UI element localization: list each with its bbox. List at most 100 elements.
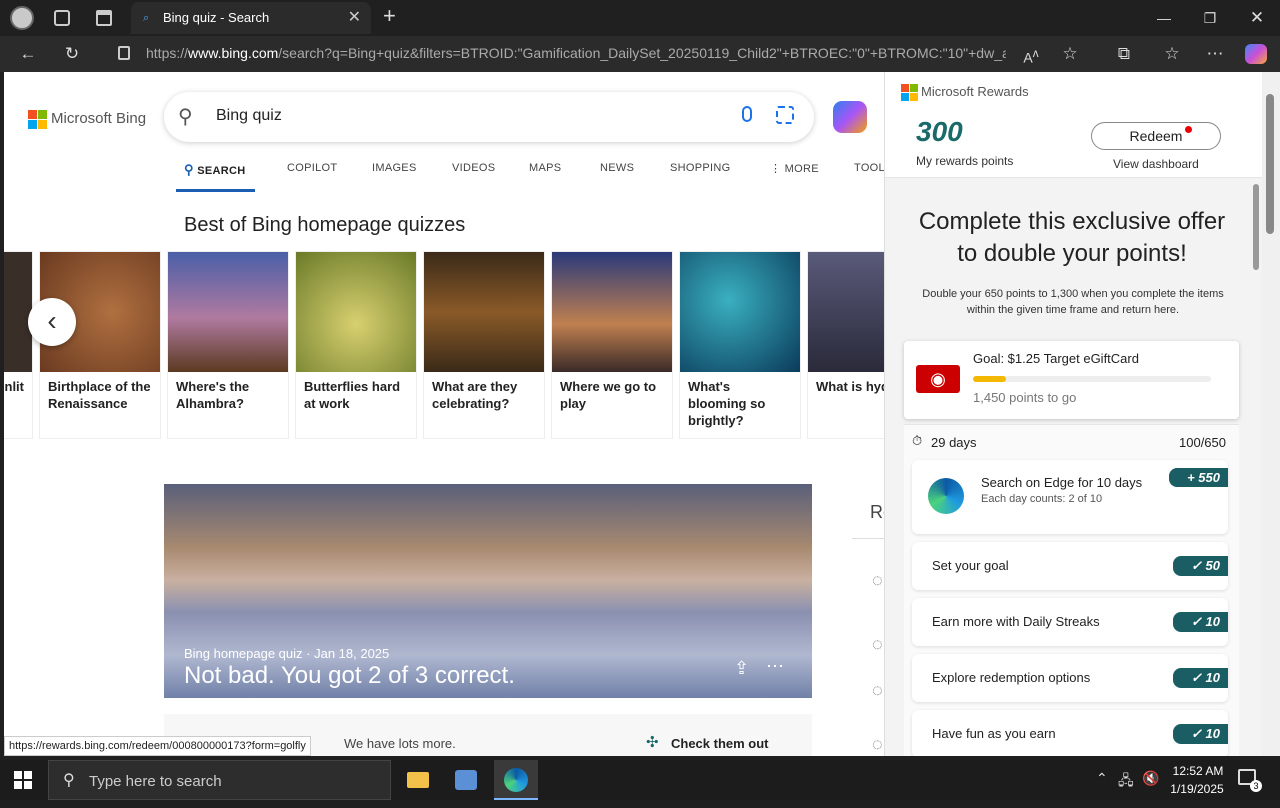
url-prefix: https:// — [146, 45, 189, 61]
read-aloud-icon[interactable]: Aʌ — [1014, 36, 1048, 72]
visual-search-icon[interactable] — [776, 106, 794, 124]
quiz-card-3[interactable]: Butterflies hard at work — [296, 252, 416, 438]
quiz-card-1-caption: Birthplace of the Renaissance — [48, 379, 151, 411]
goal-remaining: 1,450 points to go — [973, 390, 1077, 405]
edge-logo-icon — [928, 478, 964, 514]
win-pane-3 — [14, 781, 22, 789]
page-scrollbar-thumb[interactable] — [1266, 94, 1274, 234]
lock-icon[interactable] — [118, 46, 130, 60]
vertical-tabs-icon[interactable] — [96, 10, 112, 26]
taskbar-search[interactable]: ⚲ Type here to search — [48, 760, 391, 800]
quiz-card-4[interactable]: What are they celebrating? — [424, 252, 544, 438]
checkmark-icon: ✓ — [1191, 670, 1206, 685]
search-input[interactable]: Bing quiz — [216, 107, 282, 125]
task-3-points: 10 — [1205, 670, 1220, 685]
microphone-icon[interactable] — [742, 106, 752, 122]
back-icon[interactable]: ← — [11, 36, 45, 72]
goal-progress-fill — [973, 376, 1007, 382]
quiz-card-0[interactable]: nlit — [4, 252, 32, 438]
search-box[interactable]: ⚲ Bing quiz — [164, 92, 814, 142]
volume-muted-icon[interactable]: 🔇 — [1142, 770, 1159, 787]
task-have-fun[interactable]: Have fun as you earn ✓ 10 — [912, 710, 1228, 756]
restore-icon[interactable]: ❐ — [1190, 0, 1230, 36]
url-rest: /search?q=Bing+quiz&filters=BTROID:"Gami… — [278, 45, 1006, 61]
ms-logo-red — [28, 110, 37, 119]
clock-date[interactable]: 1/19/2025 — [1165, 782, 1229, 796]
right-item-icon-4: ◌ — [872, 734, 883, 754]
ms-logo-blue — [28, 120, 37, 129]
task-daily-streaks[interactable]: Earn more with Daily Streaks ✓ 10 — [912, 598, 1228, 646]
progress-count: 100/650 — [1179, 435, 1226, 450]
task-redemption-options[interactable]: Explore redemption options ✓ 10 — [912, 654, 1228, 702]
tab-images[interactable]: IMAGES — [372, 162, 417, 174]
view-dashboard-link[interactable]: View dashboard — [1113, 157, 1199, 171]
carousel-prev-button[interactable]: ‹ — [28, 298, 76, 346]
notification-count-badge: 3 — [1250, 780, 1262, 792]
file-explorer-icon[interactable] — [400, 760, 436, 800]
calendar-shape — [455, 770, 477, 790]
quiz-card-7[interactable]: What is hydrometeo — [808, 252, 884, 438]
active-tab-underline — [176, 189, 255, 192]
more-menu-icon[interactable]: ⋯ — [1198, 36, 1232, 72]
task-0-points-badge: + 550 — [1169, 468, 1228, 487]
tab-shopping[interactable]: SHOPPING — [670, 162, 730, 174]
share-icon[interactable]: ⇪ — [734, 658, 749, 679]
show-hidden-icons[interactable]: ⌃ — [1096, 770, 1108, 787]
right-column-heading: Re — [870, 502, 884, 522]
profile-avatar[interactable] — [10, 6, 34, 30]
task-set-goal[interactable]: Set your goal ✓ 50 — [912, 542, 1228, 590]
network-icon[interactable]: 🖧 — [1118, 770, 1134, 794]
workspaces-icon[interactable] — [54, 10, 70, 26]
quiz-result-hero[interactable]: Bing homepage quiz · Jan 18, 2025 Not ba… — [164, 484, 812, 698]
check-grid-icon: ✣ — [646, 734, 659, 751]
copilot-button[interactable] — [833, 101, 867, 133]
goal-card[interactable]: ◉ Goal: $1.25 Target eGiftCard 1,450 poi… — [904, 341, 1239, 419]
more-text: We have lots more. — [344, 736, 456, 751]
close-window-icon[interactable]: ✕ — [1237, 0, 1277, 36]
task-3-points-badge: ✓ 10 — [1173, 668, 1228, 688]
quiz-card-6[interactable]: What's blooming so brightly? — [680, 252, 800, 438]
rewards-logo-yellow — [910, 93, 918, 101]
quiz-card-6-image — [680, 252, 800, 372]
calendar-app-icon[interactable] — [448, 760, 484, 800]
redeem-label: Redeem — [1129, 128, 1183, 144]
url-field[interactable]: https://www.bing.com/search?q=Bing+quiz&… — [108, 39, 1050, 69]
panel-scrollbar-thumb[interactable] — [1253, 184, 1259, 270]
favorite-star-icon[interactable]: ☆ — [1053, 36, 1087, 72]
task-1-points-badge: ✓ 50 — [1173, 556, 1228, 576]
tab-search[interactable]: ⚲ SEARCH — [184, 162, 245, 178]
page-scrollbar[interactable] — [1262, 72, 1280, 756]
extensions-icon[interactable]: ⧉ — [1107, 36, 1141, 72]
quiz-card-2[interactable]: Where's the Alhambra? — [168, 252, 288, 438]
hero-more-icon[interactable]: ⋯ — [766, 656, 784, 677]
clock-time[interactable]: 12:52 AM — [1170, 764, 1226, 778]
tab-maps[interactable]: MAPS — [529, 162, 561, 174]
new-tab-icon[interactable]: + — [383, 3, 396, 29]
ms-logo-green — [38, 110, 47, 119]
rewards-logo-green — [910, 84, 918, 92]
edge-taskbar-shape — [504, 768, 528, 792]
copilot-icon[interactable] — [1245, 44, 1267, 64]
task-search-on-edge[interactable]: Search on Edge for 10 days Each day coun… — [912, 460, 1228, 534]
close-tab-icon[interactable]: ✕ — [348, 2, 361, 34]
tab-news[interactable]: NEWS — [600, 162, 634, 174]
minimize-icon[interactable]: — — [1144, 0, 1184, 36]
quiz-card-5[interactable]: Where we go to play — [552, 252, 672, 438]
tab-tools[interactable]: TOOLS — [854, 162, 884, 174]
favorites-icon[interactable]: ☆ — [1155, 36, 1189, 72]
windows-start-icon[interactable] — [14, 771, 32, 789]
windows-taskbar: ⚲ Type here to search ⌃ 🖧 🔇 12:52 AM 1/1… — [0, 760, 1280, 800]
tab-bing-quiz[interactable]: ⌕ Bing quiz - Search ✕ — [131, 2, 371, 34]
right-column-divider — [852, 538, 884, 539]
tab-videos[interactable]: VIDEOS — [452, 162, 495, 174]
tab-more[interactable]: ⋮ MORE — [770, 162, 819, 175]
refresh-icon[interactable]: ↻ — [55, 36, 89, 72]
check-them-out-link[interactable]: Check them out — [671, 736, 769, 751]
edge-taskbar-icon[interactable] — [494, 760, 538, 800]
rewards-panel: Microsoft Rewards 300 My rewards points … — [884, 72, 1264, 756]
tab-copilot[interactable]: COPILOT — [287, 162, 337, 174]
redeem-button[interactable]: Redeem — [1091, 122, 1221, 150]
quiz-card-5-image — [552, 252, 672, 372]
url-text: https://www.bing.com/search?q=Bing+quiz&… — [146, 45, 1006, 61]
bing-logo[interactable]: Microsoft Bing — [28, 110, 158, 130]
